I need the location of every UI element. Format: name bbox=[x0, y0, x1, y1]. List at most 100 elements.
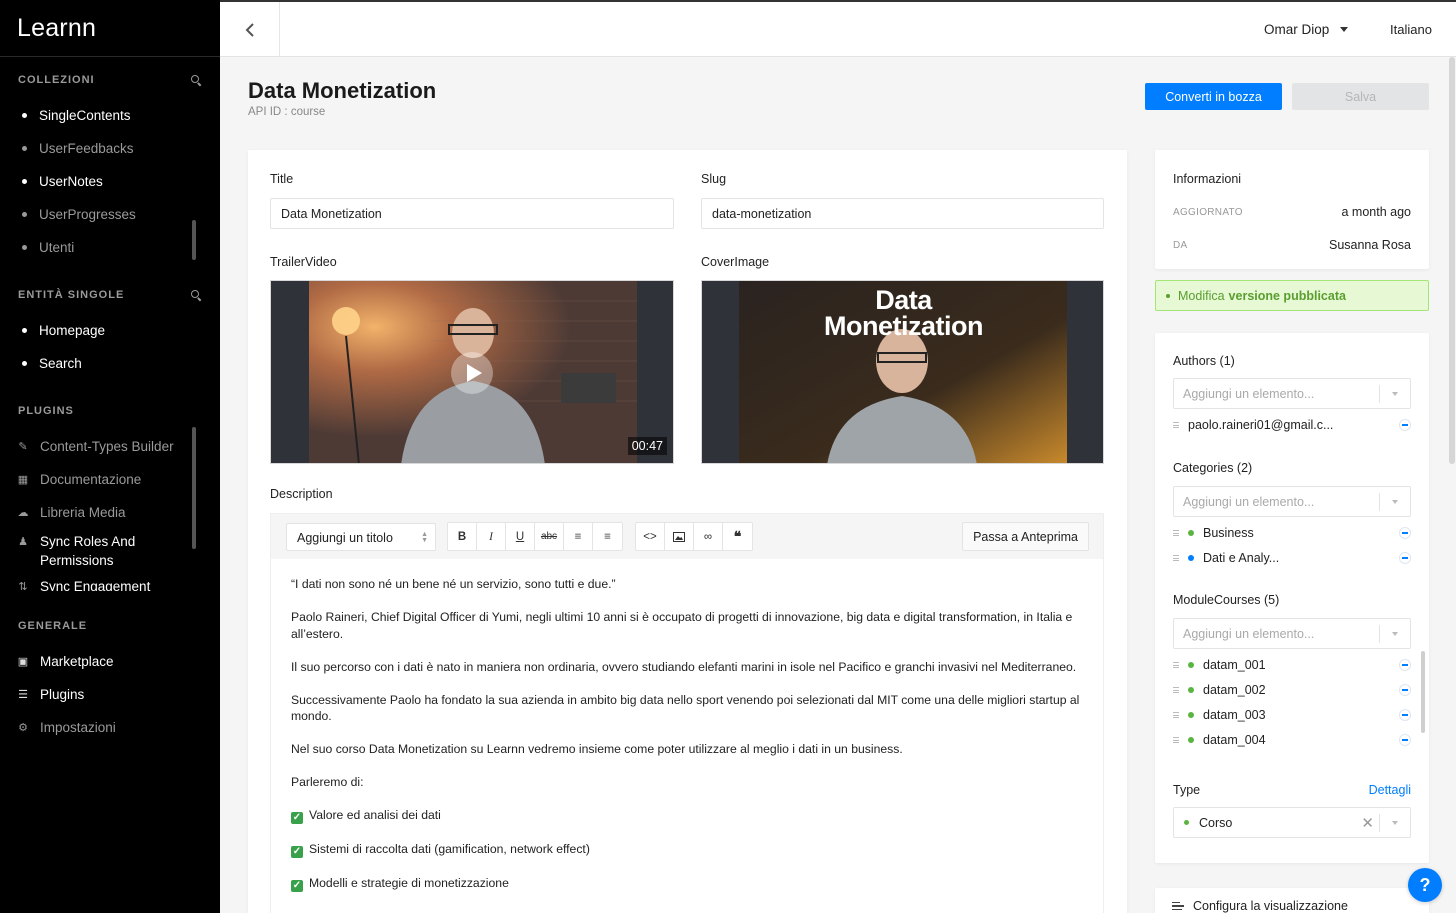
type-details-link[interactable]: Dettagli bbox=[1369, 783, 1411, 797]
link-icon: ∞ bbox=[703, 530, 713, 543]
categories-select[interactable]: Aggiungi un elemento... bbox=[1173, 486, 1411, 517]
sidebar-item-marketplace[interactable]: ▣ Marketplace bbox=[0, 645, 220, 678]
sidebar-item-sync-engagement[interactable]: ⇅ Sync Engagement bbox=[0, 573, 220, 592]
sidebar-item-plugins[interactable]: ☰ Plugins bbox=[0, 678, 220, 711]
remove-icon[interactable] bbox=[1399, 527, 1411, 539]
drag-handle-icon[interactable] bbox=[1173, 687, 1179, 693]
sidebar-item-userprogresses[interactable]: UserProgresses bbox=[0, 198, 220, 231]
module-item[interactable]: datam_002 bbox=[1173, 680, 1411, 700]
bold-button[interactable]: B bbox=[448, 523, 477, 550]
clear-icon[interactable]: ✕ bbox=[1361, 814, 1374, 832]
sidebar-item-singlecontents[interactable]: SingleContents bbox=[0, 99, 220, 132]
back-button[interactable] bbox=[220, 2, 280, 57]
author-item[interactable]: paolo.raineri01@gmail.c... bbox=[1173, 415, 1411, 435]
quote-button[interactable]: ❝ bbox=[723, 523, 752, 550]
drag-handle-icon[interactable] bbox=[1173, 662, 1179, 668]
edit-form: Title Data Monetization Slug data-moneti… bbox=[248, 150, 1127, 913]
search-icon[interactable] bbox=[191, 289, 202, 301]
cover-image[interactable]: Data Monetization bbox=[701, 280, 1104, 464]
sidebar-item-documentazione[interactable]: ▦ Documentazione bbox=[0, 463, 220, 496]
numbered-list-button[interactable]: ≡ bbox=[564, 523, 593, 550]
module-item[interactable]: datam_004 bbox=[1173, 730, 1411, 750]
module-courses-select[interactable]: Aggiungi un elemento... bbox=[1173, 618, 1411, 649]
remove-icon[interactable] bbox=[1399, 552, 1411, 564]
sidebar-item-search[interactable]: Search bbox=[0, 347, 220, 380]
category-item[interactable]: Dati e Analy... bbox=[1173, 548, 1411, 568]
info-title: Informazioni bbox=[1173, 172, 1242, 186]
strikethrough-button[interactable]: abc bbox=[535, 523, 564, 550]
authors-select[interactable]: Aggiungi un elemento... bbox=[1173, 378, 1411, 409]
status-dot-icon bbox=[1188, 737, 1194, 743]
remove-icon[interactable] bbox=[1399, 419, 1411, 431]
sidebar-item-impostazioni[interactable]: ⚙ Impostazioni bbox=[0, 711, 220, 744]
slug-input[interactable]: data-monetization bbox=[701, 198, 1104, 229]
help-button[interactable]: ? bbox=[1408, 868, 1442, 902]
type-select[interactable]: Corso ✕ bbox=[1173, 807, 1411, 838]
code-button[interactable]: <> bbox=[636, 523, 665, 550]
drag-handle-icon[interactable] bbox=[1173, 555, 1179, 561]
trailer-video[interactable]: 00:47 bbox=[270, 280, 674, 464]
user-menu[interactable]: Omar Diop bbox=[1264, 22, 1349, 37]
caret-down-icon bbox=[1392, 821, 1398, 825]
sidebar-item-usernotes[interactable]: UserNotes bbox=[0, 165, 220, 198]
shop-icon: ▣ bbox=[17, 656, 29, 668]
sidebar-item-content-types-builder[interactable]: ✎ Content-Types Builder bbox=[0, 430, 220, 463]
info-updated-value: a month ago bbox=[1341, 205, 1412, 219]
save-button[interactable]: Salva bbox=[1292, 83, 1429, 110]
drag-handle-icon[interactable] bbox=[1173, 422, 1179, 428]
bullet-icon bbox=[22, 113, 27, 118]
category-name: Dati e Analy... bbox=[1203, 551, 1280, 565]
sidebar-item-utenti[interactable]: Utenti bbox=[0, 231, 220, 264]
remove-icon[interactable] bbox=[1399, 709, 1411, 721]
status-dot-icon bbox=[1188, 712, 1194, 718]
heading-select[interactable]: Aggiungi un titolo ▲ ▼ bbox=[286, 523, 436, 551]
drag-handle-icon[interactable] bbox=[1173, 712, 1179, 718]
module-item[interactable]: datam_003 bbox=[1173, 705, 1411, 725]
checklist-item: ✓ Modelli e strategie di monetizzazione bbox=[291, 875, 1083, 892]
bullet-list-button[interactable]: ≡ bbox=[593, 523, 622, 550]
configure-view-button[interactable]: Configura la visualizzazione bbox=[1172, 899, 1348, 913]
sidebar-item-label: Sync Roles And Permissions bbox=[40, 534, 136, 568]
sidebar-item-homepage[interactable]: Homepage bbox=[0, 314, 220, 347]
sidebar-item-sync-roles[interactable]: ♟ Sync Roles And Permissions bbox=[0, 529, 160, 573]
language-selector[interactable]: Italiano bbox=[1390, 22, 1432, 37]
sidebar-item-label: UserNotes bbox=[39, 174, 103, 189]
link-button[interactable]: ∞ bbox=[694, 523, 723, 550]
collections-scrollbar[interactable] bbox=[192, 220, 196, 260]
drag-handle-icon[interactable] bbox=[1173, 737, 1179, 743]
drag-handle-icon[interactable] bbox=[1173, 530, 1179, 536]
configure-view-label: Configura la visualizzazione bbox=[1193, 899, 1348, 913]
underline-button[interactable]: U bbox=[506, 523, 535, 550]
remove-icon[interactable] bbox=[1399, 659, 1411, 671]
category-item[interactable]: Business bbox=[1173, 523, 1411, 543]
convert-to-draft-button[interactable]: Converti in bozza bbox=[1145, 83, 1282, 110]
configure-view-card[interactable]: Configura la visualizzazione bbox=[1155, 888, 1429, 913]
image-button[interactable] bbox=[665, 523, 694, 550]
authors-label: Authors (1) bbox=[1173, 354, 1235, 368]
module-item[interactable]: datam_001 bbox=[1173, 655, 1411, 675]
description-paragraph: Paolo Raineri, Chief Digital Officer di … bbox=[291, 610, 1073, 641]
check-mark-icon: ✓ bbox=[291, 812, 303, 825]
play-icon[interactable] bbox=[451, 352, 493, 394]
search-icon[interactable] bbox=[191, 74, 202, 86]
preview-toggle-button[interactable]: Passa a Anteprima bbox=[962, 522, 1089, 551]
sidebar-item-label: Sync Engagement bbox=[40, 578, 151, 592]
italic-button[interactable]: I bbox=[477, 523, 506, 550]
general-section: GENERALE ▣ Marketplace ☰ Plugins ⚙ Impostaz… bbox=[0, 616, 220, 744]
app-logo[interactable]: Learnn bbox=[0, 0, 220, 57]
remove-icon[interactable] bbox=[1399, 684, 1411, 696]
title-input[interactable]: Data Monetization bbox=[270, 198, 674, 229]
alert-prefix: Modifica bbox=[1178, 288, 1225, 303]
modules-scrollbar[interactable] bbox=[1421, 651, 1425, 733]
info-updated-key: AGGIORNATO bbox=[1173, 206, 1243, 218]
remove-icon[interactable] bbox=[1399, 734, 1411, 746]
check-mark-icon: ✓ bbox=[291, 845, 303, 858]
sidebar-item-userfeedbacks[interactable]: UserFeedbacks bbox=[0, 132, 220, 165]
sidebar-item-libreria-media[interactable]: ☁ Libreria Media bbox=[0, 496, 220, 529]
plugins-scrollbar[interactable] bbox=[192, 427, 196, 549]
sidebar-item-label: Homepage bbox=[39, 323, 106, 338]
bullet-icon bbox=[22, 245, 27, 250]
bullet-icon bbox=[1166, 293, 1170, 298]
page-scrollbar[interactable] bbox=[1449, 57, 1455, 464]
description-editor[interactable]: “I dati non sono né un bene né un serviz… bbox=[270, 559, 1104, 913]
